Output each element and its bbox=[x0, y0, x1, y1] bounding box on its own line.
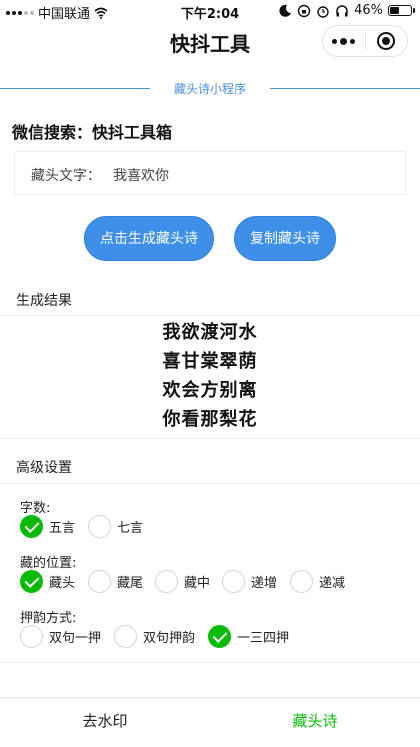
option-rhyme-double[interactable]: 双句押韵 bbox=[114, 625, 195, 648]
hidden-text-input-card[interactable]: 藏头文字： 我喜欢你 bbox=[14, 151, 406, 195]
poem-result: 我欲渡河水 喜甘棠翠荫 欢会方别离 你看那梨花 bbox=[0, 318, 420, 434]
option-increasing[interactable]: 递增 bbox=[222, 570, 277, 593]
option-rhyme-double-single[interactable]: 双句一押 bbox=[20, 625, 101, 648]
rhyme-label: 押韵方式: bbox=[20, 611, 77, 626]
option-seven-char[interactable]: 七言 bbox=[88, 515, 143, 538]
option-tail[interactable]: 藏尾 bbox=[88, 570, 143, 593]
result-title: 生成结果 bbox=[16, 293, 72, 309]
poem-line: 欢会方别离 bbox=[162, 380, 258, 401]
poem-line: 你看那梨花 bbox=[162, 409, 258, 430]
checkbox-icon[interactable] bbox=[208, 625, 231, 648]
hidden-text-input[interactable]: 我喜欢你 bbox=[113, 165, 169, 185]
advanced-settings-title: 高级设置 bbox=[16, 460, 72, 476]
battery-icon bbox=[388, 5, 415, 16]
checkbox-icon[interactable] bbox=[20, 570, 43, 593]
more-button[interactable] bbox=[323, 26, 365, 56]
status-right: 46% bbox=[278, 3, 415, 18]
position-label: 藏的位置: bbox=[20, 556, 77, 571]
poem-line: 喜甘棠翠荫 bbox=[162, 351, 258, 372]
nav-bar: 快抖工具 bbox=[0, 22, 420, 62]
headphones-icon bbox=[336, 4, 348, 16]
copy-poem-button[interactable]: 复制藏头诗 bbox=[234, 216, 336, 261]
alarm-icon bbox=[317, 5, 329, 18]
poem-line: 我欲渡河水 bbox=[162, 322, 258, 343]
checkbox-icon[interactable] bbox=[88, 515, 111, 538]
mini-program-capsule bbox=[322, 25, 408, 57]
banner-divider: 藏头诗小程序 bbox=[0, 80, 420, 96]
tab-bar: 去水印 藏头诗 bbox=[0, 697, 420, 747]
wechat-search-tip: 微信搜索：快抖工具箱 bbox=[12, 123, 173, 142]
moon-icon bbox=[279, 4, 292, 17]
option-middle[interactable]: 藏中 bbox=[155, 570, 210, 593]
checkbox-icon[interactable] bbox=[20, 625, 43, 648]
more-icon bbox=[332, 37, 356, 45]
checkbox-icon[interactable] bbox=[290, 570, 313, 593]
lock-rotation-icon bbox=[297, 4, 311, 17]
generate-poem-button[interactable]: 点击生成藏头诗 bbox=[84, 216, 214, 261]
checkbox-icon[interactable] bbox=[114, 625, 137, 648]
option-rhyme-134[interactable]: 一三四押 bbox=[208, 625, 289, 648]
option-five-char[interactable]: 五言 bbox=[20, 515, 75, 538]
option-head[interactable]: 藏头 bbox=[20, 570, 75, 593]
checkbox-icon[interactable] bbox=[88, 570, 111, 593]
option-decreasing[interactable]: 递减 bbox=[290, 570, 345, 593]
battery-percent: 46% bbox=[354, 3, 383, 18]
checkbox-icon[interactable] bbox=[20, 515, 43, 538]
checkbox-icon[interactable] bbox=[222, 570, 245, 593]
checkbox-icon[interactable] bbox=[155, 570, 178, 593]
status-bar: 中国联通 下午2:04 46% bbox=[0, 0, 420, 22]
target-icon bbox=[377, 32, 396, 50]
tab-acrostic-poem[interactable]: 藏头诗 bbox=[210, 698, 420, 747]
close-mini-program-button[interactable] bbox=[366, 26, 408, 56]
hidden-text-label: 藏头文字： bbox=[31, 168, 101, 184]
word-count-label: 字数: bbox=[20, 501, 51, 516]
tab-remove-watermark[interactable]: 去水印 bbox=[0, 698, 210, 747]
